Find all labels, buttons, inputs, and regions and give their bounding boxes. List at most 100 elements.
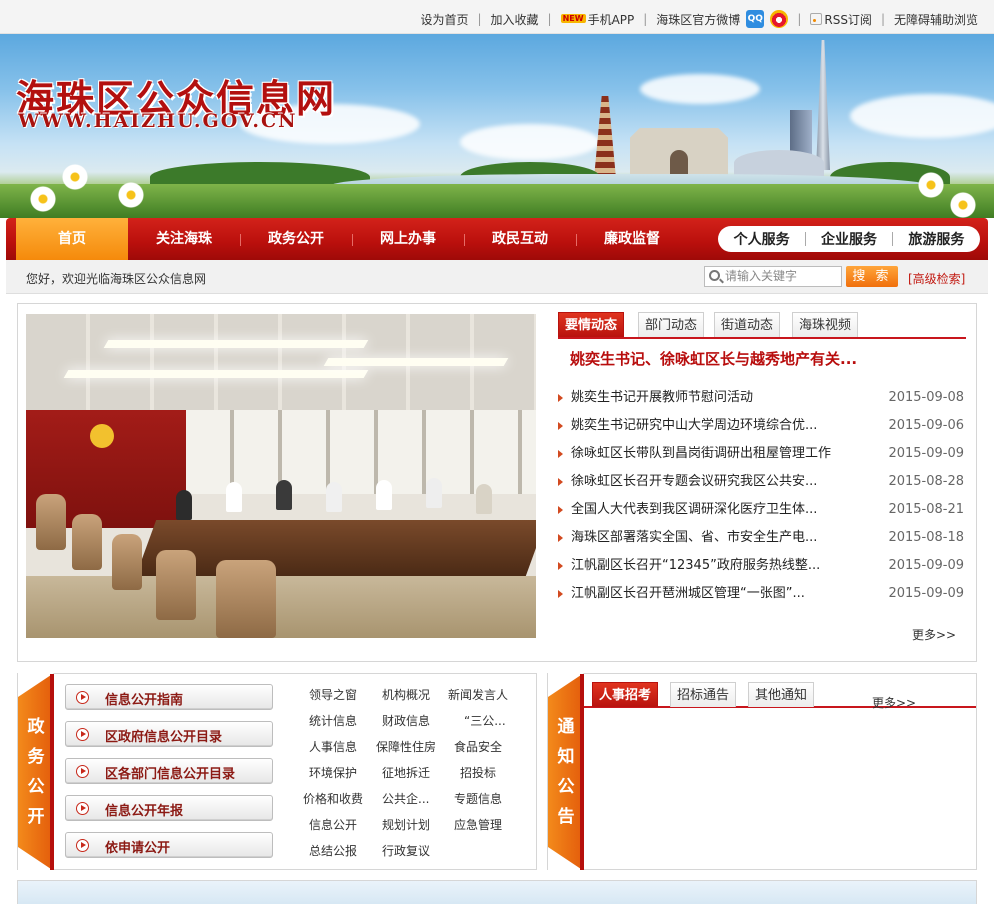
separator (892, 232, 894, 246)
category-link[interactable]: 总结公报 (309, 842, 357, 859)
tab-tender-notices[interactable]: 招标通告 (670, 682, 737, 707)
main-nav: 首页 关注海珠 政务公开 网上办事 政民互动 廉政监督 个人服务 企业服务 旅游… (6, 218, 988, 260)
flower-icon (950, 192, 976, 218)
news-more-link[interactable]: 更多>> (912, 626, 956, 643)
category-link[interactable]: “三公... (464, 712, 506, 729)
personal-service-link[interactable]: 个人服务 (734, 229, 790, 249)
ribbon-notch (18, 847, 54, 871)
category-link[interactable]: 人事信息 (309, 738, 357, 755)
category-link[interactable]: 价格和收费 (303, 790, 363, 807)
ribbon-char: 公 (27, 777, 45, 797)
news-title[interactable]: 海珠区部署落实全国、省、市安全生产电... (571, 524, 861, 552)
mobile-app-link[interactable]: 手机APP (588, 11, 635, 28)
search-button[interactable]: 搜 索 (846, 266, 898, 287)
ribbon-notch (548, 673, 584, 697)
news-title[interactable]: 姚奕生书记研究中山大学周边环境综合优... (571, 412, 861, 440)
news-title[interactable]: 江帆副区长召开“12345”政府服务热线整... (571, 552, 861, 580)
notice-more-link[interactable]: 更多>> (872, 694, 916, 711)
news-date: 2015-09-09 (888, 558, 964, 573)
set-homepage-link[interactable]: 设为首页 (420, 11, 468, 28)
news-date: 2015-09-09 (888, 446, 964, 461)
list-item[interactable]: 江帆副区长召开“12345”政府服务热线整... 2015-09-09 (558, 552, 964, 580)
tab-other-notices[interactable]: 其他通知 (748, 682, 815, 707)
list-item[interactable]: 姚奕生书记研究中山大学周边环境综合优... 2015-09-06 (558, 412, 964, 440)
photo-chair (156, 550, 196, 620)
tab-dept-news[interactable]: 部门动态 (638, 312, 705, 337)
add-favorite-link[interactable]: 加入收藏 (491, 11, 539, 28)
grass (0, 184, 994, 218)
button-label: 信息公开指南 (105, 693, 184, 708)
nav-gov-affairs[interactable]: 政务公开 (240, 218, 352, 260)
news-title[interactable]: 姚奕生书记开展教师节慰问活动 (571, 384, 861, 412)
request-disclosure-button[interactable]: 依申请公开 (65, 832, 273, 858)
sina-weibo-icon[interactable] (770, 10, 789, 28)
separator: | (477, 12, 482, 26)
photo-person (276, 480, 292, 510)
district-catalog-button[interactable]: 区政府信息公开目录 (65, 721, 273, 747)
bullet-arrow-icon (558, 394, 563, 402)
list-item[interactable]: 徐咏虹区长召开专题会议研究我区公共安... 2015-08-28 (558, 468, 964, 496)
button-label: 区各部门信息公开目录 (105, 767, 236, 782)
flower-icon (118, 182, 144, 208)
news-photo[interactable] (26, 314, 536, 638)
enterprise-service-link[interactable]: 企业服务 (821, 229, 877, 249)
nav-online-services[interactable]: 网上办事 (352, 218, 464, 260)
news-headline[interactable]: 姚奕生书记、徐咏虹区长与越秀地产有关... (570, 348, 857, 369)
category-link[interactable]: 招投标 (460, 764, 496, 781)
category-link[interactable]: 新闻发言人 (448, 686, 508, 703)
category-link[interactable]: 征地拆迁 (382, 764, 430, 781)
category-link[interactable]: 行政复议 (382, 842, 430, 859)
list-item[interactable]: 姚奕生书记开展教师节慰问活动 2015-09-08 (558, 384, 964, 412)
category-link[interactable]: 领导之窗 (309, 686, 357, 703)
nav-interaction[interactable]: 政民互动 (464, 218, 576, 260)
nav-integrity[interactable]: 廉政监督 (576, 218, 688, 260)
disclosure-guide-button[interactable]: 信息公开指南 (65, 684, 273, 710)
list-item[interactable]: 江帆副区长召开琶洲城区管理“一张图”... 2015-09-09 (558, 580, 964, 608)
welcome-text: 您好，欢迎光临海珠区公众信息网 (26, 272, 207, 286)
news-title[interactable]: 全国人大代表到我区调研深化医疗卫生体... (571, 496, 861, 524)
ribbon-char: 告 (557, 807, 575, 827)
photo-chair (112, 534, 142, 590)
official-weibo-link[interactable]: 海珠区官方微博 (656, 11, 740, 28)
category-link[interactable]: 规划计划 (382, 816, 430, 833)
tab-key-news[interactable]: 要情动态 (558, 312, 625, 337)
ribbon-char: 开 (27, 807, 45, 827)
tourism-service-link[interactable]: 旅游服务 (908, 229, 964, 249)
tab-street-news[interactable]: 街道动态 (714, 312, 781, 337)
dept-catalog-button[interactable]: 区各部门信息公开目录 (65, 758, 273, 784)
list-item[interactable]: 海珠区部署落实全国、省、市安全生产电... 2015-08-18 (558, 524, 964, 552)
news-date: 2015-08-18 (888, 530, 964, 545)
category-link[interactable]: 统计信息 (309, 712, 357, 729)
category-link[interactable]: 专题信息 (454, 790, 502, 807)
list-item[interactable]: 全国人大代表到我区调研深化医疗卫生体... 2015-08-21 (558, 496, 964, 524)
category-link[interactable]: 环境保护 (309, 764, 357, 781)
tab-haizhu-video[interactable]: 海珠视频 (792, 312, 859, 337)
rss-subscribe-link[interactable]: RSS订阅 (824, 11, 872, 28)
news-date: 2015-08-28 (888, 474, 964, 489)
category-link[interactable]: 食品安全 (454, 738, 502, 755)
nav-focus-haizhu[interactable]: 关注海珠 (128, 218, 240, 260)
category-link[interactable]: 保障性住房 (376, 738, 436, 755)
category-link[interactable]: 应急管理 (454, 816, 502, 833)
nav-home[interactable]: 首页 (16, 218, 128, 260)
news-title[interactable]: 徐咏虹区长带队到昌岗街调研出租屋管理工作 (571, 440, 861, 468)
news-date: 2015-09-08 (888, 390, 964, 405)
news-title[interactable]: 江帆副区长召开琶洲城区管理“一张图”... (571, 580, 861, 608)
category-link[interactable]: 财政信息 (382, 712, 430, 729)
play-circle-icon (76, 691, 89, 704)
photo-person (426, 478, 442, 508)
category-link[interactable]: 机构概况 (382, 686, 430, 703)
category-link[interactable]: 信息公开 (309, 816, 357, 833)
list-item[interactable]: 徐咏虹区长带队到昌岗街调研出租屋管理工作 2015-09-09 (558, 440, 964, 468)
flower-icon (30, 186, 56, 212)
accessibility-link[interactable]: 无障碍辅助浏览 (894, 11, 978, 28)
annual-report-button[interactable]: 信息公开年报 (65, 795, 273, 821)
news-list: 姚奕生书记开展教师节慰问活动 2015-09-08 姚奕生书记研究中山大学周边环境… (558, 384, 964, 608)
qq-weibo-icon[interactable]: QQ (746, 10, 765, 28)
advanced-search-link[interactable]: [高级检索] (908, 270, 965, 287)
news-title[interactable]: 徐咏虹区长召开专题会议研究我区公共安... (571, 468, 861, 496)
category-link[interactable]: 公共企... (382, 790, 429, 807)
search-input[interactable]: 请输入关键字 (704, 266, 842, 287)
search-icon (709, 270, 720, 281)
tab-personnel-exams[interactable]: 人事招考 (592, 682, 659, 707)
